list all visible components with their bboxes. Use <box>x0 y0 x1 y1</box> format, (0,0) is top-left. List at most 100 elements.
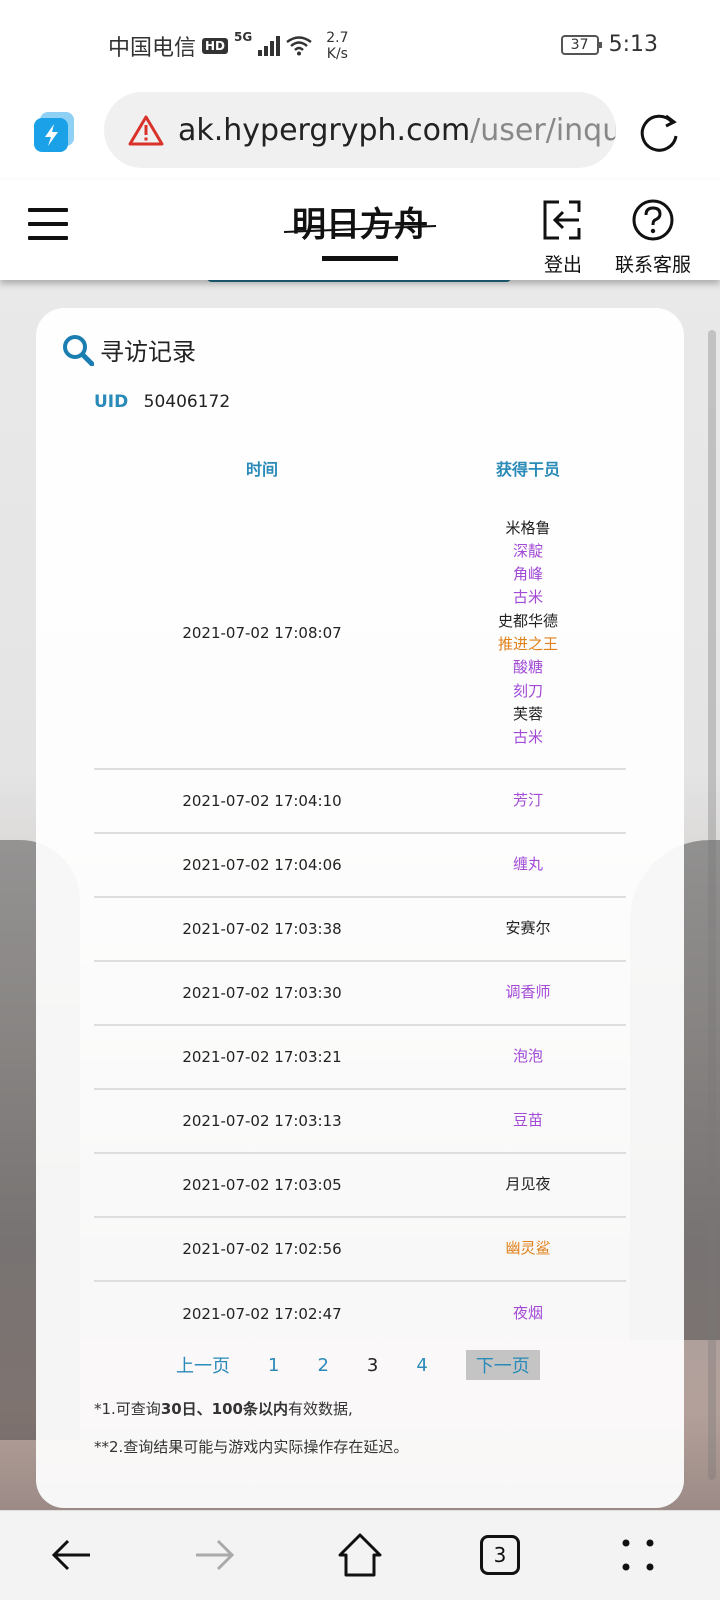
row-operators: 调香师 <box>430 981 626 1004</box>
column-header-time: 时间 <box>245 460 278 479</box>
arknights-logo[interactable]: 明日方舟 <box>282 192 438 270</box>
page-3-current: 3 <box>366 1354 379 1376</box>
note-1: *1.可查询30日、100条以内有效数据, <box>94 1398 353 1419</box>
table-body: 2021-07-02 17:08:07 米格鲁 深靛 角峰 古米 史都华德 推进之王 酸糖 刻刀… <box>94 498 626 1346</box>
operator-name: 古米 <box>512 588 543 607</box>
table-row: 2021-07-02 17:04:06 缠丸 <box>94 834 626 898</box>
clock: 5:13 <box>608 32 658 57</box>
prev-page-button[interactable]: 上一页 <box>176 1352 230 1378</box>
reload-icon[interactable] <box>636 110 682 156</box>
table-row: 2021-07-02 17:02:47 夜烟 <box>94 1282 626 1346</box>
status-right: 37 5:13 <box>560 32 658 57</box>
row-time: 2021-07-02 17:02:56 <box>182 1240 342 1258</box>
support-button[interactable]: 联系客服 <box>610 198 696 277</box>
row-operators: 月见夜 <box>430 1173 626 1196</box>
row-time: 2021-07-02 17:03:21 <box>182 1048 342 1066</box>
browser-bottom-nav: 3 <box>0 1510 720 1600</box>
operator-name: 米格鲁 <box>505 518 551 537</box>
operator-name: 芳汀 <box>512 791 543 810</box>
note-1-prefix: *1.可查询 <box>94 1400 161 1418</box>
operator-name: 安赛尔 <box>505 919 551 938</box>
row-operators: 泡泡 <box>430 1045 626 1068</box>
tabs-button[interactable]: 3 <box>476 1531 524 1579</box>
status-bar: 中国电信 HD 5G 2.7 K/s 37 5:13 <box>0 0 720 88</box>
network-type: 5G <box>234 30 253 44</box>
card-title: 寻访记录 <box>62 332 196 367</box>
url-text[interactable]: ak.hypergryph.com/user/inqui <box>178 113 616 148</box>
row-operators: 豆苗 <box>430 1109 626 1132</box>
menu-icon[interactable] <box>28 208 68 240</box>
next-page-button[interactable]: 下一页 <box>465 1350 540 1380</box>
card-title-text: 寻访记录 <box>100 338 196 366</box>
operator-name: 幽灵鲨 <box>505 1239 551 1258</box>
operator-name: 深靛 <box>512 541 543 560</box>
operator-name: 推进之王 <box>497 635 558 653</box>
operator-name: 古米 <box>512 728 543 747</box>
speed-value: 2.7 <box>326 30 349 46</box>
operator-name: 泡泡 <box>512 1047 543 1066</box>
row-operators: 缠丸 <box>430 853 626 876</box>
logo-text: 明日方舟 <box>292 205 428 245</box>
warning-icon[interactable] <box>128 114 164 146</box>
operator-name: 刻刀 <box>512 681 543 700</box>
note-1-bold: 30日、100条以内 <box>160 1400 288 1418</box>
table-row: 2021-07-02 17:03:38 安赛尔 <box>94 898 626 962</box>
table-row: 2021-07-02 17:03:21 泡泡 <box>94 1026 626 1090</box>
operator-name: 豆苗 <box>512 1111 543 1130</box>
operator-name: 芙蓉 <box>512 704 543 723</box>
uid-label: UID <box>94 392 129 412</box>
forward-arrow-icon[interactable] <box>190 1531 238 1579</box>
uid-value: 50406172 <box>143 392 231 412</box>
browser-toolbar: ak.hypergryph.com/user/inqui <box>0 88 720 180</box>
battery-icon: 37 <box>560 34 602 55</box>
operator-name: 史都华德 <box>497 611 558 630</box>
table-row: 2021-07-02 17:02:56 幽灵鲨 <box>94 1218 626 1282</box>
row-time: 2021-07-02 17:08:07 <box>182 624 342 642</box>
column-header-operator: 获得干员 <box>495 460 560 479</box>
page-1-button[interactable]: 1 <box>268 1355 279 1376</box>
signal-icon <box>258 36 281 56</box>
operator-name: 酸糖 <box>512 658 543 677</box>
wifi-icon <box>286 36 312 56</box>
home-icon[interactable] <box>336 1531 384 1579</box>
operator-name: 调香师 <box>505 983 551 1002</box>
url-path: /user/inqui <box>470 112 616 148</box>
row-operators: 芳汀 <box>430 789 626 812</box>
logout-button[interactable]: 登出 <box>535 198 591 277</box>
hd-badge: HD <box>202 38 229 54</box>
page-4-button[interactable]: 4 <box>416 1355 427 1376</box>
operator-name: 夜烟 <box>512 1304 543 1323</box>
uid-row: UID 50406172 <box>94 392 230 412</box>
pagination: 上一页 1 2 3 4 下一页 <box>176 1350 540 1380</box>
search-icon <box>63 334 94 366</box>
address-bar[interactable]: ak.hypergryph.com/user/inqui <box>104 92 616 168</box>
row-operators: 安赛尔 <box>430 917 626 940</box>
back-arrow-icon[interactable] <box>48 1531 96 1579</box>
page-scrollbar[interactable] <box>708 330 716 1480</box>
help-circle-icon <box>632 199 674 241</box>
status-left: 中国电信 HD 5G 2.7 K/s <box>108 30 349 62</box>
row-time: 2021-07-02 17:02:47 <box>182 1305 342 1323</box>
row-time: 2021-07-02 17:03:05 <box>182 1176 342 1194</box>
page-2-button[interactable]: 2 <box>317 1355 328 1376</box>
record-table: 时间 获得干员 2021-07-02 17:08:07 米格鲁 深靛 角峰 古米 史都华德… <box>94 438 626 1346</box>
row-time: 2021-07-02 17:03:38 <box>182 920 342 938</box>
row-time: 2021-07-02 17:04:06 <box>182 856 342 874</box>
speed-unit: K/s <box>326 46 348 62</box>
row-time: 2021-07-02 17:04:10 <box>182 792 342 810</box>
table-row: 2021-07-02 17:03:30 调香师 <box>94 962 626 1026</box>
browser-logo-icon[interactable] <box>32 110 76 154</box>
more-menu-icon[interactable] <box>614 1531 662 1579</box>
gacha-record-card: 寻访记录 UID 50406172 时间 获得干员 2021-07-02 17:… <box>36 308 684 1508</box>
operator-name: 月见夜 <box>505 1175 551 1194</box>
logout-label: 登出 <box>543 254 582 276</box>
network-speed: 2.7 K/s <box>326 30 348 62</box>
battery-level: 37 <box>570 36 589 53</box>
logout-icon <box>543 200 581 240</box>
support-label: 联系客服 <box>614 254 691 276</box>
row-operators: 幽灵鲨 <box>430 1237 626 1260</box>
table-header: 时间 获得干员 <box>94 438 626 498</box>
table-row: 2021-07-02 17:04:10 芳汀 <box>94 770 626 834</box>
table-row: 2021-07-02 17:03:13 豆苗 <box>94 1090 626 1154</box>
url-domain: ak.hypergryph.com <box>178 112 471 148</box>
